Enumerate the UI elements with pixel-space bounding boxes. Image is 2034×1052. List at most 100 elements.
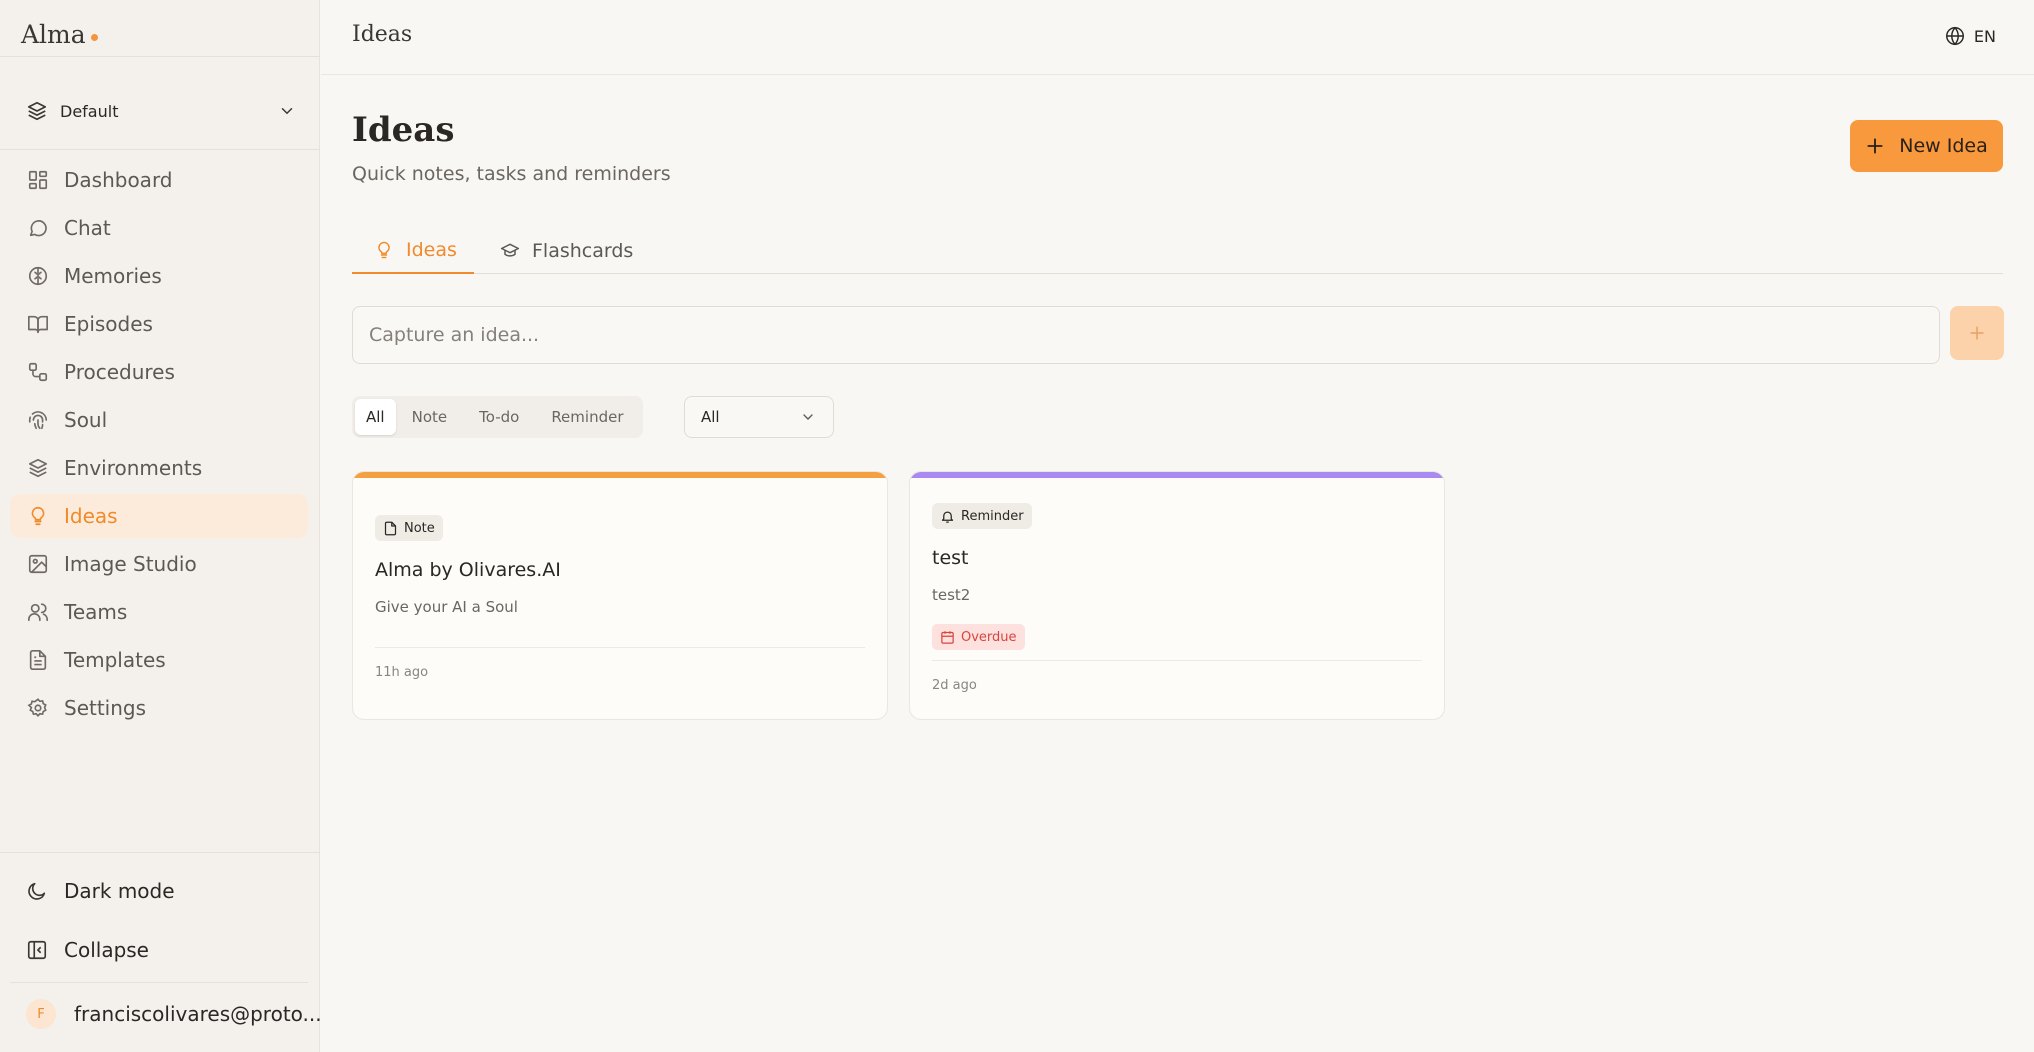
sidebar-item-label: Templates xyxy=(64,648,166,672)
capture-idea-input[interactable] xyxy=(352,306,1940,364)
page-header-title: Ideas xyxy=(352,22,413,47)
sidebar-item-episodes[interactable]: Episodes xyxy=(10,302,308,346)
layers-icon xyxy=(27,457,49,479)
lightbulb-icon xyxy=(374,240,394,260)
sidebar-item-label: Settings xyxy=(64,696,147,720)
idea-card[interactable]: Note Alma by Olivares.AI Give your AI a … xyxy=(352,471,888,720)
top-bar: Ideas EN xyxy=(321,0,2034,75)
status-select[interactable]: All xyxy=(684,396,834,438)
calendar-icon xyxy=(940,630,955,645)
lightbulb-icon xyxy=(27,505,49,527)
card-accent-bar xyxy=(353,472,887,478)
card-description: Give your AI a Soul xyxy=(375,598,518,616)
idea-card[interactable]: Reminder test test2 Overdue 2d ago xyxy=(909,471,1445,720)
card-title: test xyxy=(932,547,969,569)
sidebar-item-templates[interactable]: Templates xyxy=(10,638,308,682)
filter-note[interactable]: Note xyxy=(396,399,464,435)
sidebar-item-label: Ideas xyxy=(64,504,118,528)
card-description: test2 xyxy=(932,586,971,604)
dark-mode-toggle[interactable]: Dark mode xyxy=(26,879,175,903)
collapse-label: Collapse xyxy=(64,938,149,962)
overdue-badge: Overdue xyxy=(932,624,1025,650)
bell-icon xyxy=(940,509,955,524)
new-idea-label: New Idea xyxy=(1899,135,1988,157)
language-selector[interactable]: EN xyxy=(1944,25,1996,47)
workflow-icon xyxy=(27,361,49,383)
sidebar-item-label: Teams xyxy=(64,600,128,624)
select-value: All xyxy=(701,408,720,426)
sidebar-item-label: Episodes xyxy=(64,312,153,336)
tab-label: Flashcards xyxy=(532,240,634,262)
graduation-cap-icon xyxy=(500,241,520,261)
sidebar-divider xyxy=(0,852,320,853)
sidebar-item-label: Chat xyxy=(64,216,111,240)
sidebar-item-image-studio[interactable]: Image Studio xyxy=(10,542,308,586)
tab-ideas[interactable]: Ideas xyxy=(352,228,474,274)
user-menu[interactable]: F franciscolivares@proto... xyxy=(26,999,322,1029)
new-idea-button[interactable]: New Idea xyxy=(1850,120,2003,172)
filter-reminder[interactable]: Reminder xyxy=(535,399,639,435)
dark-mode-label: Dark mode xyxy=(64,879,175,903)
sidebar-divider xyxy=(0,149,320,150)
fingerprint-icon xyxy=(27,409,49,431)
sidebar: Alma Default Dashboard Chat Memories Epi… xyxy=(0,0,322,1052)
tab-bar: Ideas Flashcards xyxy=(352,228,2003,274)
sidebar-divider xyxy=(10,982,308,983)
filter-all[interactable]: All xyxy=(355,399,396,435)
gear-icon xyxy=(27,697,49,719)
sidebar-item-label: Procedures xyxy=(64,360,175,384)
app-name: Alma xyxy=(21,20,86,49)
chat-icon xyxy=(27,217,49,239)
app-logo[interactable]: Alma xyxy=(21,20,98,49)
sidebar-item-procedures[interactable]: Procedures xyxy=(10,350,308,394)
chevron-down-icon xyxy=(800,409,816,425)
page-title: Ideas xyxy=(352,110,455,150)
plus-icon xyxy=(1865,136,1885,156)
plus-icon xyxy=(1967,323,1987,343)
sidebar-item-chat[interactable]: Chat xyxy=(10,206,308,250)
sidebar-divider xyxy=(0,56,320,57)
card-timestamp: 11h ago xyxy=(375,665,429,680)
sidebar-nav: Dashboard Chat Memories Episodes Procedu… xyxy=(10,158,308,734)
image-icon xyxy=(27,553,49,575)
filter-todo[interactable]: To-do xyxy=(463,399,535,435)
file-icon xyxy=(383,521,398,536)
sidebar-item-environments[interactable]: Environments xyxy=(10,446,308,490)
sidebar-item-label: Memories xyxy=(64,264,162,288)
sidebar-item-settings[interactable]: Settings xyxy=(10,686,308,730)
card-title: Alma by Olivares.AI xyxy=(375,559,561,581)
sidebar-item-teams[interactable]: Teams xyxy=(10,590,308,634)
collapse-sidebar-icon xyxy=(26,939,48,961)
sidebar-item-soul[interactable]: Soul xyxy=(10,398,308,442)
sidebar-item-label: Image Studio xyxy=(64,552,197,576)
layers-icon xyxy=(26,100,48,122)
brain-icon xyxy=(27,265,49,287)
globe-icon xyxy=(1944,25,1966,47)
sidebar-item-label: Environments xyxy=(64,456,203,480)
tab-label: Ideas xyxy=(406,239,457,261)
collapse-button[interactable]: Collapse xyxy=(26,938,149,962)
environment-label: Default xyxy=(60,101,119,121)
sidebar-item-label: Soul xyxy=(64,408,108,432)
page-subtitle: Quick notes, tasks and reminders xyxy=(352,163,671,185)
add-idea-button[interactable] xyxy=(1950,306,2004,360)
card-divider xyxy=(932,660,1422,661)
sidebar-item-memories[interactable]: Memories xyxy=(10,254,308,298)
tab-flashcards[interactable]: Flashcards xyxy=(500,228,633,274)
type-badge-label: Reminder xyxy=(961,508,1024,524)
logo-dot xyxy=(90,33,98,41)
sidebar-item-dashboard[interactable]: Dashboard xyxy=(10,158,308,202)
moon-icon xyxy=(26,880,48,902)
card-divider xyxy=(375,647,865,648)
sidebar-item-ideas[interactable]: Ideas xyxy=(10,494,308,538)
card-timestamp: 2d ago xyxy=(932,678,977,693)
overdue-label: Overdue xyxy=(961,629,1017,645)
chevron-down-icon xyxy=(278,102,296,120)
environment-selector[interactable]: Default xyxy=(26,96,296,126)
file-text-icon xyxy=(27,649,49,671)
users-icon xyxy=(27,601,49,623)
language-label: EN xyxy=(1973,26,1996,46)
type-badge: Note xyxy=(375,515,443,541)
book-icon xyxy=(27,313,49,335)
user-email: franciscolivares@proto... xyxy=(74,1002,322,1026)
